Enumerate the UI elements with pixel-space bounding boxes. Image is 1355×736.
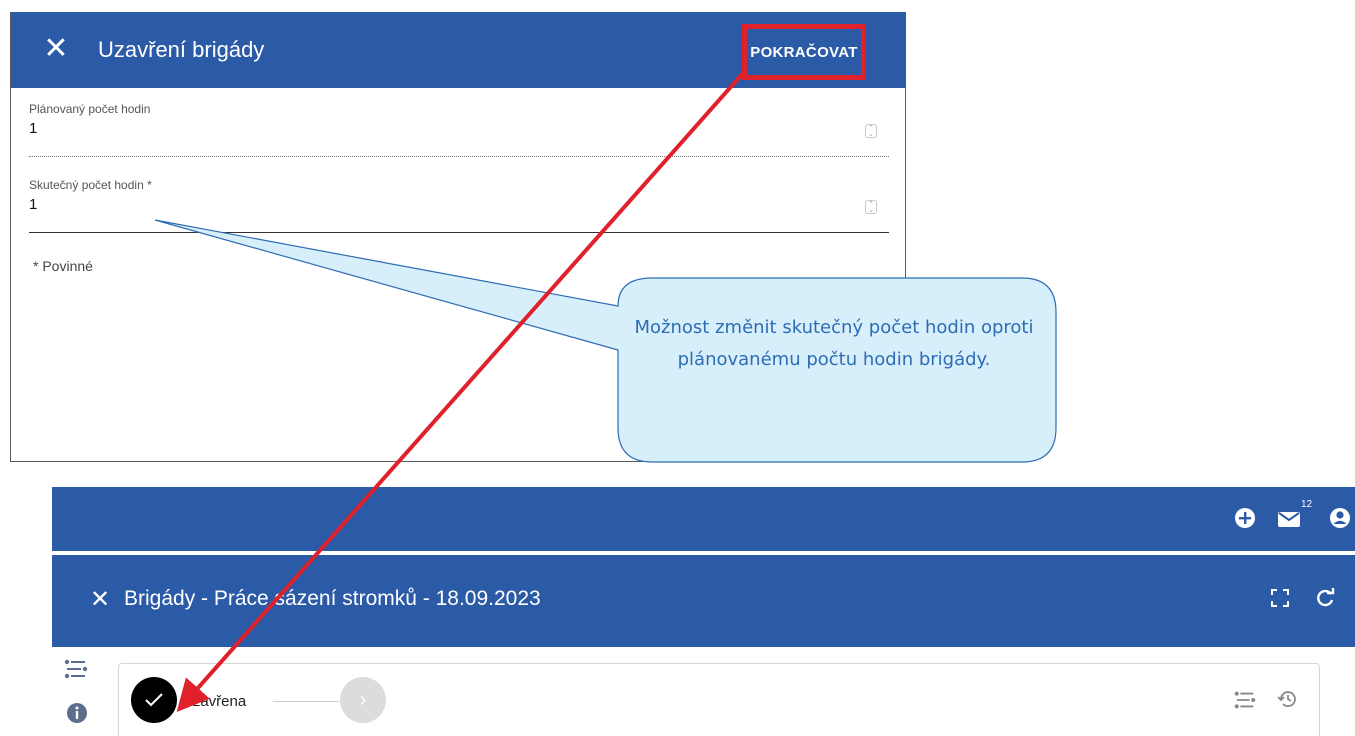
callout-text: Možnost změnit skutečný počet hodin opro… — [634, 317, 1034, 370]
